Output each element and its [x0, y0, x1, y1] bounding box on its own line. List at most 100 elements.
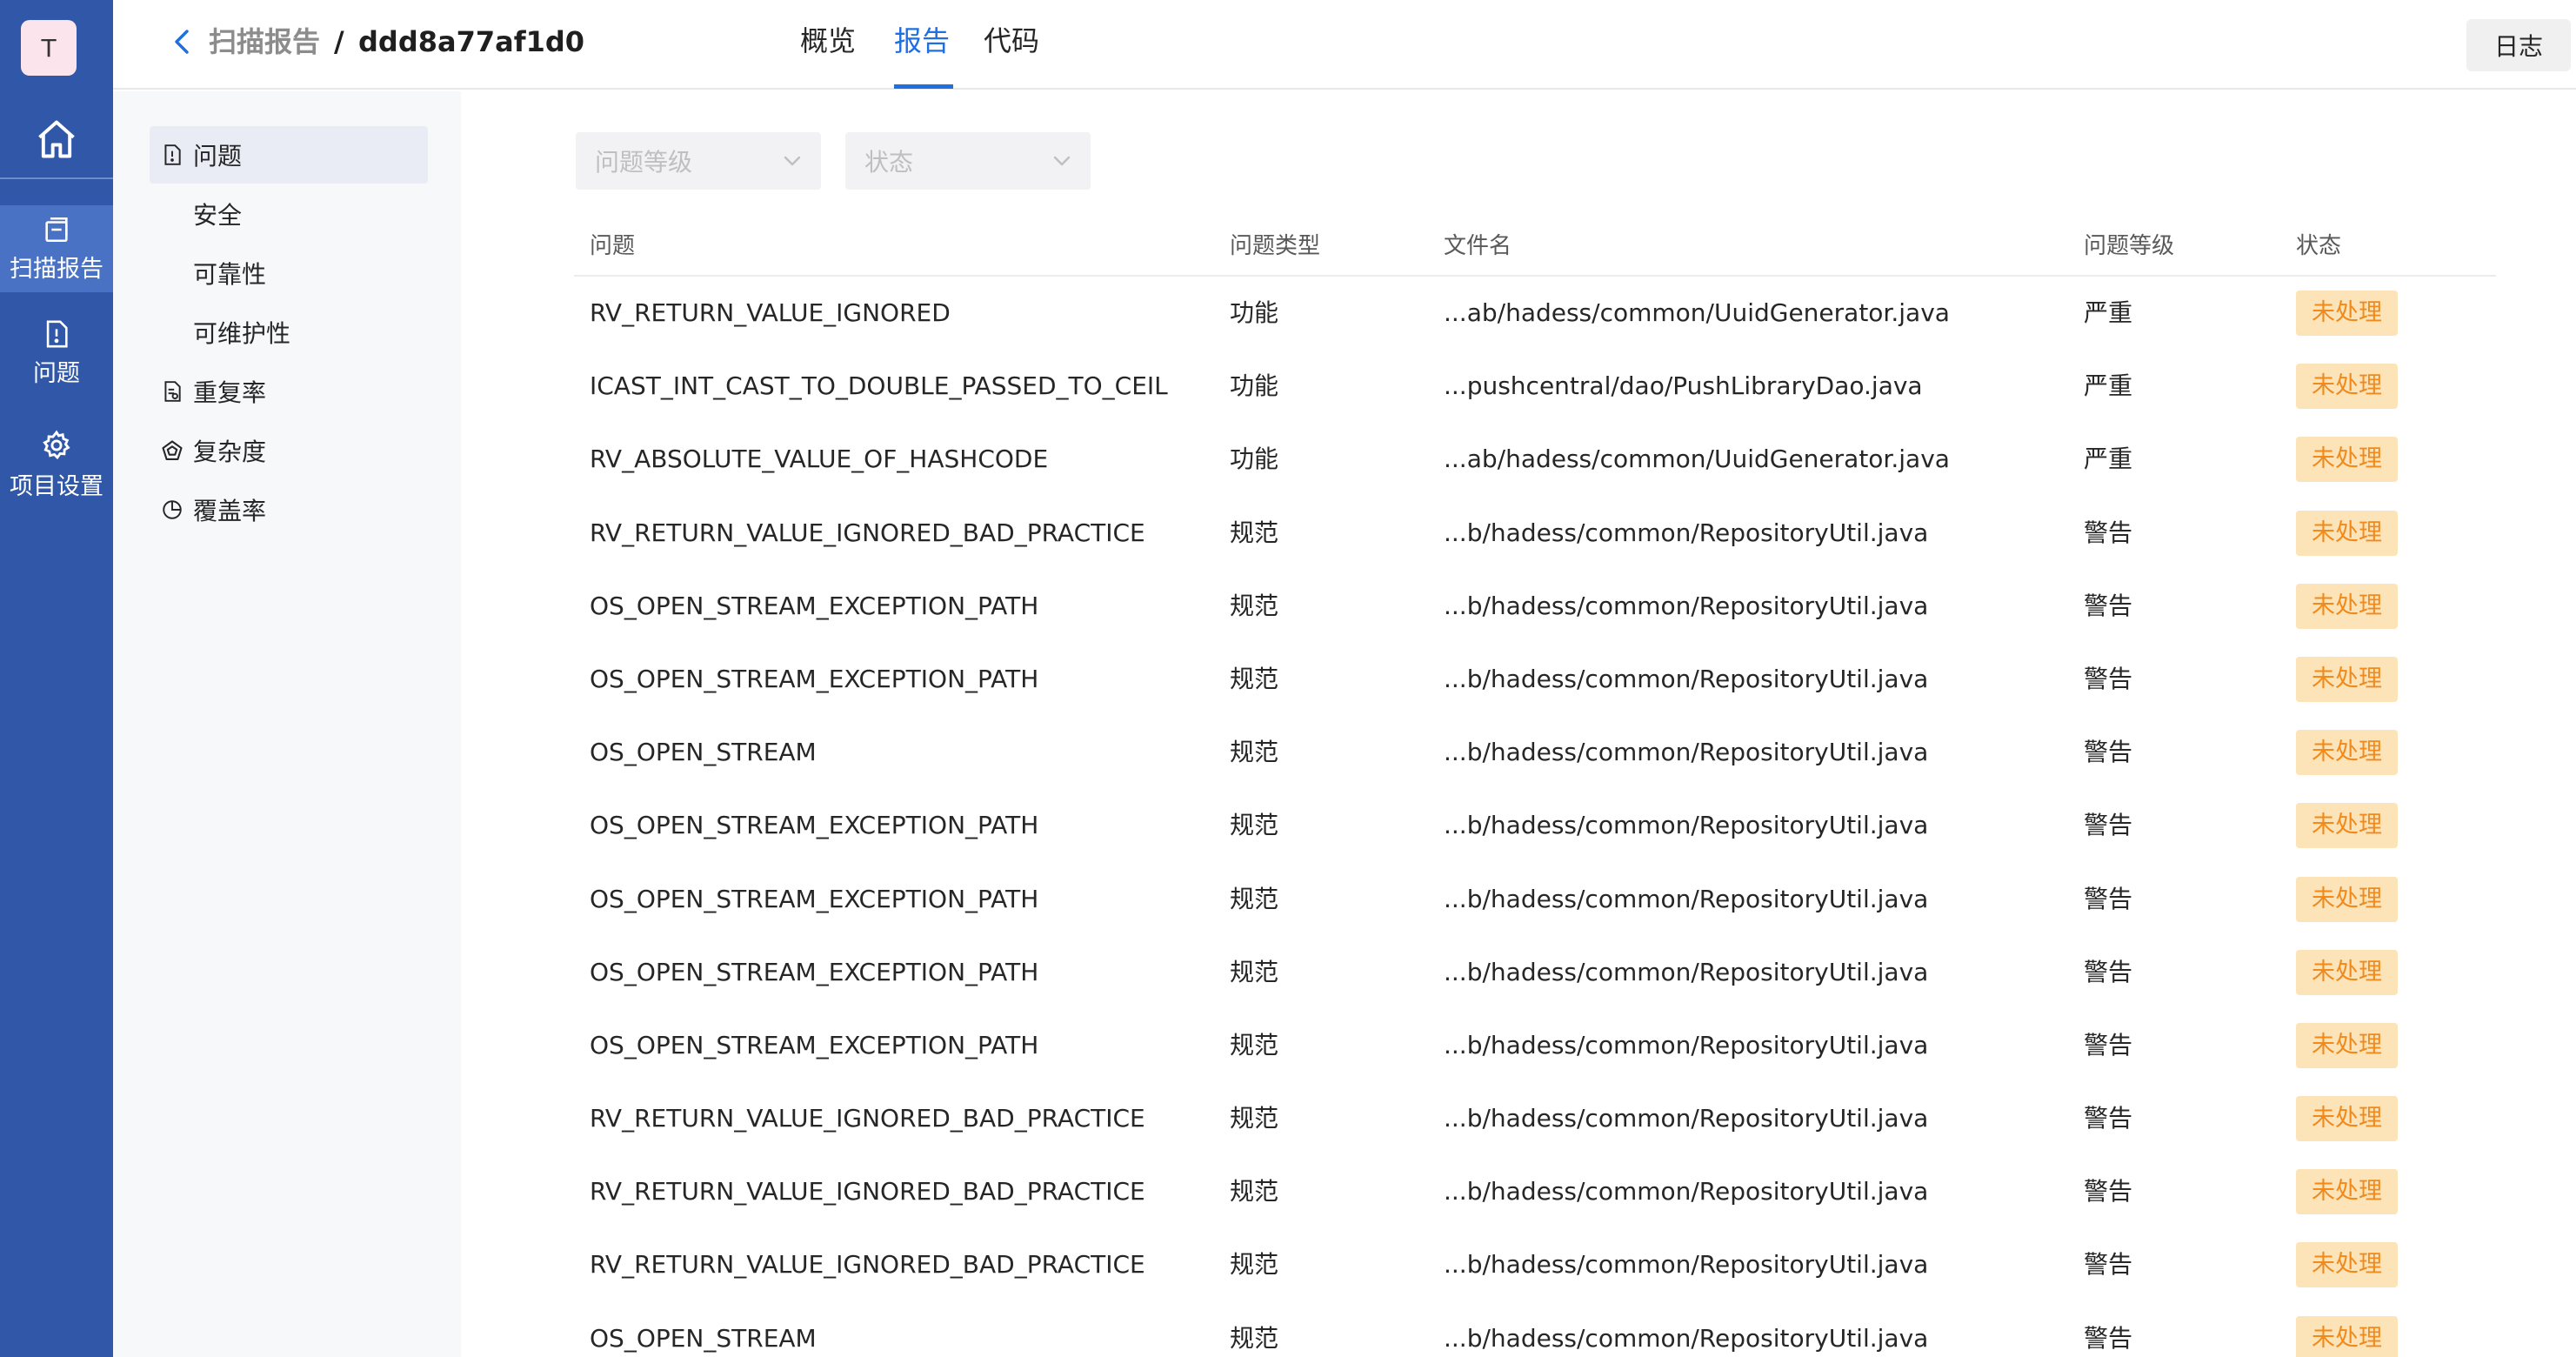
issue-level: 警告 — [2084, 957, 2133, 986]
issue-level: 警告 — [2084, 738, 2133, 767]
issue-name: OS_OPEN_STREAM_EXCEPTION_PATH — [590, 1030, 1039, 1060]
status-badge[interactable]: 未处理 — [2296, 1169, 2398, 1215]
table-body: RV_RETURN_VALUE_IGNORED 功能 ...ab/hadess/co… — [574, 277, 2496, 1357]
issue-name: RV_ABSOLUTE_VALUE_OF_HASHCODE — [590, 445, 1049, 474]
table-row[interactable]: ICAST_INT_CAST_TO_DOUBLE_PASSED_TO_CEIL 功… — [574, 350, 2496, 423]
table-row[interactable]: RV_RETURN_VALUE_IGNORED_BAD_PRACTICE 规范..… — [574, 1155, 2496, 1228]
file-name: ...b/hadess/common/RepositoryUtil.java — [1444, 738, 1929, 767]
column-header-level: 问题等级 — [2084, 233, 2175, 259]
table-row[interactable]: OS_OPEN_STREAM_EXCEPTION_PATH 规范 ...b/hade… — [574, 570, 2496, 643]
status-badge[interactable]: 未处理 — [2296, 949, 2398, 995]
file-name: ...b/hadess/common/RepositoryUtil.java — [1444, 518, 1929, 547]
table-row[interactable]: OS_OPEN_STREAM 规范 ...b/hadess/common/Repos… — [574, 1302, 2496, 1357]
rail-item-project-settings[interactable]: 项目设置 — [0, 421, 113, 508]
issue-type: 规范 — [1230, 738, 1279, 767]
table-row[interactable]: RV_RETURN_VALUE_IGNORED_BAD_PRACTICE 规范..… — [574, 497, 2496, 570]
status-badge[interactable]: 未处理 — [2296, 437, 2398, 483]
file-name: ...pushcentral/dao/PushLibraryDao.java — [1444, 371, 1923, 401]
file-name: ...b/hadess/common/RepositoryUtil.java — [1444, 1104, 1929, 1133]
home-icon — [38, 120, 75, 158]
subnav-item-complexity[interactable]: 复杂度 — [150, 422, 428, 479]
chevron-down-icon — [784, 156, 801, 166]
home-button[interactable] — [0, 100, 113, 178]
issue-level: 严重 — [2084, 445, 2133, 474]
status-badge[interactable]: 未处理 — [2296, 1315, 2398, 1357]
table-row[interactable]: RV_ABSOLUTE_VALUE_OF_HASHCODE 功能 ...ab/had… — [574, 423, 2496, 496]
issue-type: 规范 — [1230, 1323, 1279, 1353]
report-subnav: 问题 安全 可靠性 可维护性 重复率 复杂度 覆盖率 — [113, 91, 461, 1357]
issue-type: 功能 — [1230, 298, 1279, 327]
issue-level: 警告 — [2084, 811, 2133, 840]
status-badge[interactable]: 未处理 — [2296, 510, 2398, 556]
log-button[interactable]: 日志 — [2466, 19, 2571, 71]
subnav-item-coverage[interactable]: 覆盖率 — [150, 481, 428, 538]
tab-report[interactable]: 报告 — [894, 21, 950, 61]
issue-name: OS_OPEN_STREAM_EXCEPTION_PATH — [590, 811, 1039, 840]
subnav-item-label: 覆盖率 — [193, 497, 267, 525]
issue-file-icon — [158, 144, 186, 166]
status-badge[interactable]: 未处理 — [2296, 803, 2398, 849]
status-badge[interactable]: 未处理 — [2296, 364, 2398, 410]
file-name: ...b/hadess/common/RepositoryUtil.java — [1444, 957, 1929, 986]
app-window: T 扫描报告 问题 项目设置 扫描报告 / ddd8a77af1d0 概览 报告… — [0, 0, 2576, 1357]
table-row[interactable]: OS_OPEN_STREAM_EXCEPTION_PATH 规范 ...b/hade… — [574, 643, 2496, 716]
column-header-file: 文件名 — [1444, 233, 1512, 259]
status-badge[interactable]: 未处理 — [2296, 1242, 2398, 1288]
issue-level: 警告 — [2084, 1323, 2133, 1353]
status-select[interactable]: 状态 — [845, 132, 1091, 190]
tab-overview[interactable]: 概览 — [800, 21, 856, 61]
issue-name: OS_OPEN_STREAM — [590, 738, 817, 767]
status-badge[interactable]: 未处理 — [2296, 730, 2398, 776]
status-badge[interactable]: 未处理 — [2296, 583, 2398, 629]
status-badge[interactable]: 未处理 — [2296, 291, 2398, 336]
breadcrumb-parent[interactable]: 扫描报告 — [209, 23, 320, 61]
status-badge[interactable]: 未处理 — [2296, 1022, 2398, 1068]
file-name: ...b/hadess/common/RepositoryUtil.java — [1444, 884, 1929, 913]
subnav-item-duplication[interactable]: 重复率 — [150, 363, 428, 420]
column-header-issue: 问题 — [590, 233, 636, 259]
table-row[interactable]: RV_RETURN_VALUE_IGNORED_BAD_PRACTICE 规范..… — [574, 1228, 2496, 1301]
issue-file-icon — [46, 320, 68, 347]
table-row[interactable]: OS_OPEN_STREAM_EXCEPTION_PATH 规范 ...b/hade… — [574, 863, 2496, 936]
issue-level: 警告 — [2084, 591, 2133, 620]
rail-item-issues[interactable]: 问题 — [0, 310, 113, 397]
status-placeholder: 状态 — [864, 148, 914, 177]
issue-type: 规范 — [1230, 1104, 1279, 1133]
rail-item-scan-report[interactable]: 扫描报告 — [0, 205, 113, 292]
status-badge[interactable]: 未处理 — [2296, 656, 2398, 702]
duplicate-file-icon — [158, 380, 186, 403]
issue-level-select[interactable]: 问题等级 — [576, 132, 821, 190]
issue-type: 规范 — [1230, 884, 1279, 913]
table-row[interactable]: RV_RETURN_VALUE_IGNORED 功能 ...ab/hadess/co… — [574, 277, 2496, 350]
rail-item-label: 项目设置 — [10, 472, 103, 500]
file-name: ...b/hadess/common/RepositoryUtil.java — [1444, 1177, 1929, 1207]
subnav-item-label: 问题 — [193, 142, 243, 170]
avatar[interactable]: T — [21, 20, 77, 76]
subnav-item-issues[interactable]: 问题 — [150, 126, 428, 184]
subnav-item-reliability[interactable]: 可靠性 — [150, 244, 428, 302]
pie-chart-icon — [158, 498, 186, 521]
table-row[interactable]: OS_OPEN_STREAM_EXCEPTION_PATH 规范 ...b/hade… — [574, 789, 2496, 862]
table-row[interactable]: RV_RETURN_VALUE_IGNORED_BAD_PRACTICE 规范..… — [574, 1082, 2496, 1155]
status-badge[interactable]: 未处理 — [2296, 1096, 2398, 1142]
issue-name: OS_OPEN_STREAM_EXCEPTION_PATH — [590, 884, 1039, 913]
top-bar: 扫描报告 / ddd8a77af1d0 概览 报告 代码 日志 — [113, 0, 2576, 90]
active-tab-indicator — [894, 84, 953, 89]
file-name: ...b/hadess/common/RepositoryUtil.java — [1444, 1323, 1929, 1353]
issue-name: RV_RETURN_VALUE_IGNORED_BAD_PRACTICE — [590, 1177, 1145, 1207]
gear-icon — [43, 430, 70, 459]
table-row[interactable]: OS_OPEN_STREAM_EXCEPTION_PATH 规范 ...b/hade… — [574, 1009, 2496, 1082]
status-badge[interactable]: 未处理 — [2296, 876, 2398, 922]
file-name: ...b/hadess/common/RepositoryUtil.java — [1444, 664, 1929, 693]
subnav-item-security[interactable]: 安全 — [150, 185, 428, 243]
issue-type: 功能 — [1230, 445, 1279, 474]
subnav-item-label: 可靠性 — [193, 260, 267, 289]
issue-name: RV_RETURN_VALUE_IGNORED_BAD_PRACTICE — [590, 518, 1145, 547]
chevron-left-icon — [175, 30, 189, 54]
table-row[interactable]: OS_OPEN_STREAM 规范 ...b/hadess/common/Repos… — [574, 716, 2496, 789]
back-button[interactable] — [167, 23, 197, 61]
table-row[interactable]: OS_OPEN_STREAM_EXCEPTION_PATH 规范 ...b/hade… — [574, 936, 2496, 1009]
tab-code[interactable]: 代码 — [984, 21, 1039, 61]
subnav-item-maintainability[interactable]: 可维护性 — [150, 304, 428, 361]
pentagon-icon — [158, 438, 186, 463]
